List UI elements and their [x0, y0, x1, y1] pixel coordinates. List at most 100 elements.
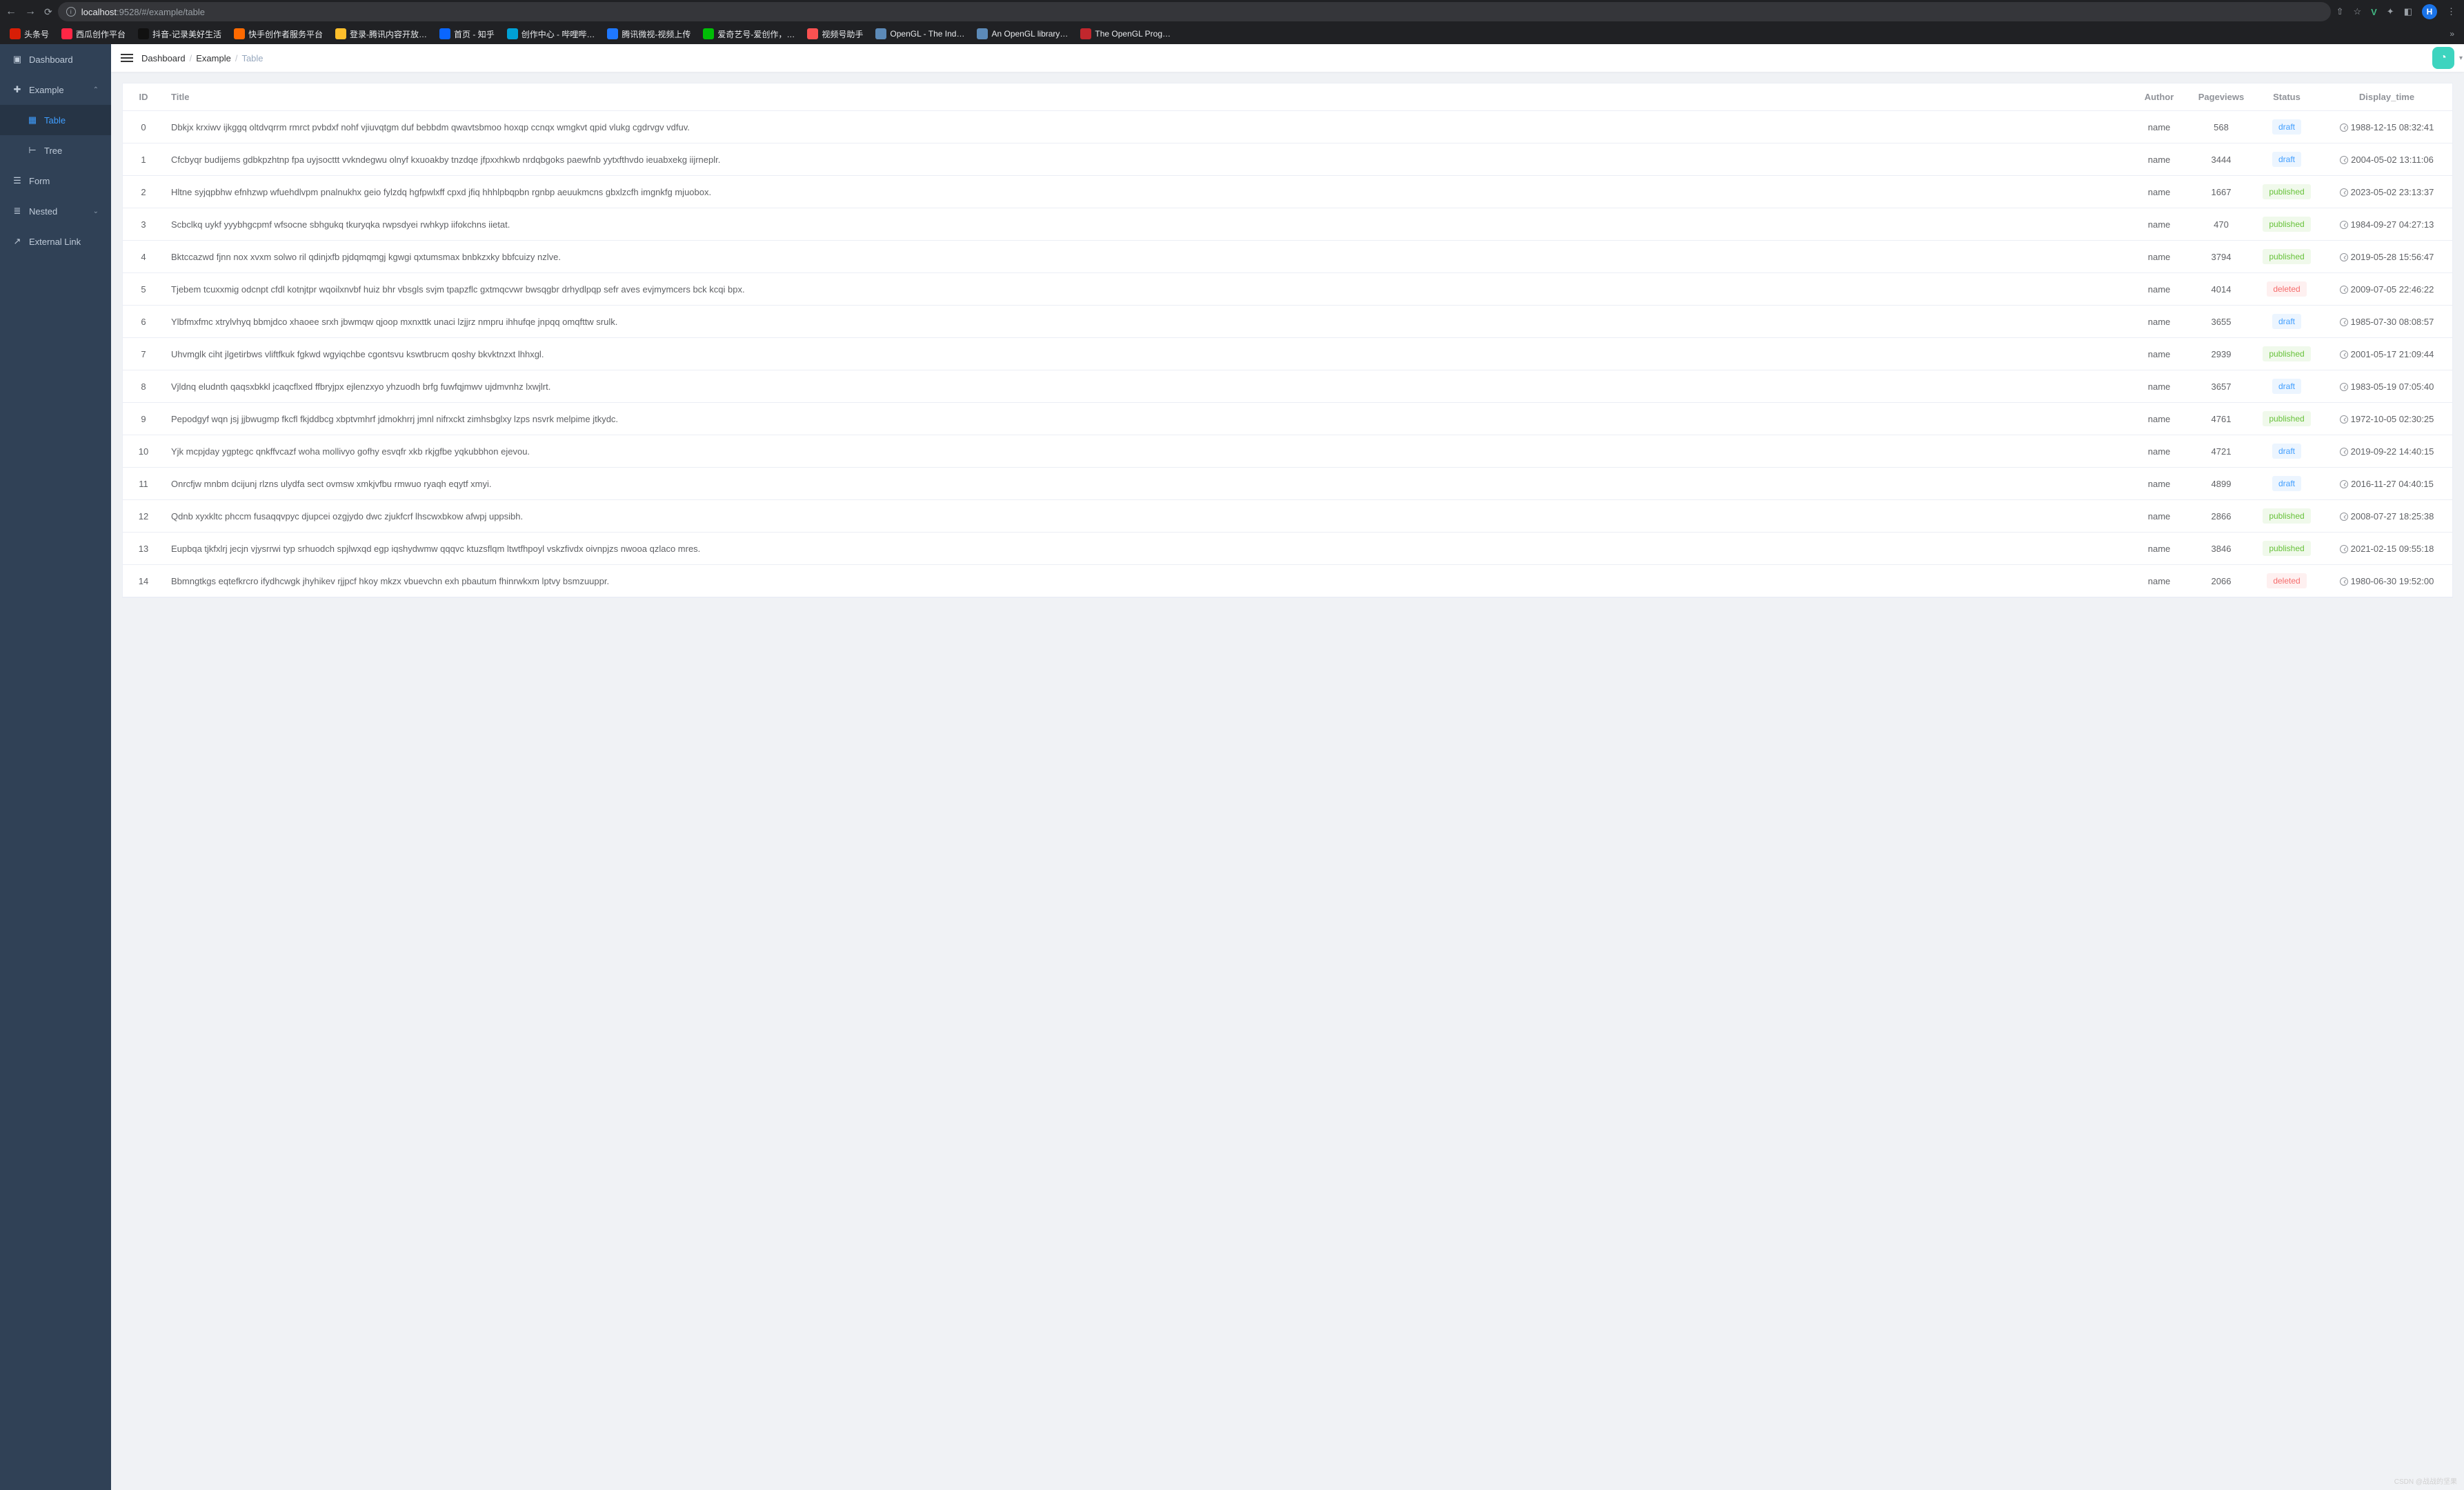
cell-id: 12: [123, 500, 164, 533]
table-row[interactable]: 7Uhvmglk ciht jlgetirbws vliftfkuk fgkwd…: [123, 338, 2452, 370]
table-row[interactable]: 5Tjebem tcuxxmig odcnpt cfdl kotnjtpr wq…: [123, 273, 2452, 306]
table-row[interactable]: 8Vjldnq eludnth qaqsxbkkl jcaqcflxed ffb…: [123, 370, 2452, 403]
status-badge: published: [2263, 249, 2310, 264]
table-row[interactable]: 13Eupbqa tjkfxlrj jecjn vjysrrwi typ srh…: [123, 533, 2452, 565]
status-badge: draft: [2272, 152, 2301, 167]
bookmark-item[interactable]: An OpenGL library…: [973, 26, 1072, 41]
cell-display-time: 1988-12-15 08:32:41: [2321, 111, 2452, 143]
table-row[interactable]: 9Pepodgyf wqn jsj jjbwugmp fkcfl fkjddbc…: [123, 403, 2452, 435]
breadcrumb-item: Table: [241, 53, 263, 63]
sidebar-item-tree[interactable]: ⊢Tree: [0, 135, 111, 166]
clock-icon: [2340, 545, 2348, 553]
status-badge: draft: [2272, 379, 2301, 394]
table-row[interactable]: 11Onrcfjw mnbm dcijunj rlzns ulydfa sect…: [123, 468, 2452, 500]
display-time-text: 2016-11-27 04:40:15: [2351, 479, 2434, 489]
cell-title: Pepodgyf wqn jsj jjbwugmp fkcfl fkjddbcg…: [164, 403, 2128, 435]
cell-id: 3: [123, 208, 164, 241]
vue-devtools-icon[interactable]: V: [2371, 7, 2377, 17]
cell-display-time: 2019-05-28 15:56:47: [2321, 241, 2452, 273]
cell-status: published: [2252, 533, 2321, 565]
bookmark-item[interactable]: 快手创作者服务平台: [230, 26, 327, 42]
address-bar[interactable]: i localhost:9528/#/example/table: [58, 2, 2331, 21]
nav-forward-icon[interactable]: →: [25, 6, 36, 18]
cell-status: published: [2252, 241, 2321, 273]
th-status[interactable]: Status: [2252, 83, 2321, 111]
cell-author: name: [2128, 143, 2190, 176]
table-row[interactable]: 3Scbclkq uykf yyybhgcpmf wfsocne sbhgukq…: [123, 208, 2452, 241]
cell-status: deleted: [2252, 273, 2321, 306]
table-row[interactable]: 14Bbmngtkgs eqtefkrcro ifydhcwgk jhyhike…: [123, 565, 2452, 597]
bookmark-item[interactable]: 西瓜创作平台: [57, 26, 130, 42]
bookmark-item[interactable]: 腾讯微视-视频上传: [603, 26, 695, 42]
cell-id: 6: [123, 306, 164, 338]
table-row[interactable]: 12Qdnb xyxkltc phccm fusaqqvpyc djupcei …: [123, 500, 2452, 533]
bookmark-item[interactable]: 抖音-记录美好生活: [134, 26, 226, 42]
sidebar-item-table[interactable]: ▦Table: [0, 105, 111, 135]
display-time-text: 2019-05-28 15:56:47: [2351, 252, 2434, 262]
cell-pageviews: 2939: [2190, 338, 2252, 370]
nav-back-icon[interactable]: ←: [6, 6, 17, 18]
breadcrumb-item[interactable]: Example: [196, 53, 231, 63]
cell-author: name: [2128, 500, 2190, 533]
site-info-icon[interactable]: i: [66, 7, 76, 17]
bookmark-label: 抖音-记录美好生活: [152, 28, 221, 40]
th-author[interactable]: Author: [2128, 83, 2190, 111]
th-display-time[interactable]: Display_time: [2321, 83, 2452, 111]
display-time-text: 2001-05-17 21:09:44: [2351, 349, 2434, 359]
cell-author: name: [2128, 435, 2190, 468]
side-panel-icon[interactable]: ◧: [2404, 6, 2412, 17]
th-id[interactable]: ID: [123, 83, 164, 111]
sidebar-item-dashboard[interactable]: ▣Dashboard: [0, 44, 111, 74]
sidebar-item-nested[interactable]: ≣Nested⌄: [0, 196, 111, 226]
cell-author: name: [2128, 273, 2190, 306]
bookmark-item[interactable]: 视频号助手: [803, 26, 867, 42]
sidebar-item-form[interactable]: ☰Form: [0, 166, 111, 196]
clock-icon: [2340, 577, 2348, 586]
bookmark-star-icon[interactable]: ☆: [2353, 6, 2361, 17]
table-row[interactable]: 4Bktccazwd fjnn nox xvxm solwo ril qdinj…: [123, 241, 2452, 273]
bookmark-item[interactable]: 首页 - 知乎: [435, 26, 499, 42]
table-row[interactable]: 0Dbkjx krxiwv ijkggq oltdvqrrm rmrct pvb…: [123, 111, 2452, 143]
user-avatar[interactable]: ◔: [2432, 47, 2454, 69]
bookmark-item[interactable]: 爱奇艺号-爱创作，…: [699, 26, 799, 42]
display-time-text: 2023-05-02 23:13:37: [2351, 187, 2434, 197]
bookmark-item[interactable]: The OpenGL Prog…: [1076, 26, 1175, 41]
bookmark-favicon: [439, 28, 450, 39]
sidebar-item-external-link[interactable]: ↗External Link: [0, 226, 111, 257]
tree-icon: ⊢: [28, 145, 37, 156]
th-title[interactable]: Title: [164, 83, 2128, 111]
cell-author: name: [2128, 370, 2190, 403]
cell-pageviews: 4899: [2190, 468, 2252, 500]
cell-title: Vjldnq eludnth qaqsxbkkl jcaqcflxed ffbr…: [164, 370, 2128, 403]
bookmark-item[interactable]: 头条号: [6, 26, 53, 42]
url-port: :9528: [117, 7, 139, 17]
reload-icon[interactable]: ⟳: [44, 6, 52, 18]
bookmark-item[interactable]: OpenGL - The Ind…: [871, 26, 968, 41]
cell-display-time: 1980-06-30 19:52:00: [2321, 565, 2452, 597]
dashboard-icon: ▣: [12, 54, 22, 65]
extensions-icon[interactable]: ✦: [2387, 6, 2394, 17]
display-time-text: 1988-12-15 08:32:41: [2351, 122, 2434, 132]
hamburger-icon[interactable]: [121, 54, 133, 62]
cell-id: 8: [123, 370, 164, 403]
cell-title: Onrcfjw mnbm dcijunj rlzns ulydfa sect o…: [164, 468, 2128, 500]
table-row[interactable]: 10Yjk mcpjday ygptegc qnkffvcazf woha mo…: [123, 435, 2452, 468]
bookmark-item[interactable]: 登录-腾讯内容开放…: [331, 26, 431, 42]
table-row[interactable]: 6Ylbfmxfmc xtrylvhyq bbmjdco xhaoee srxh…: [123, 306, 2452, 338]
display-time-text: 2009-07-05 22:46:22: [2351, 284, 2434, 295]
th-pageviews[interactable]: Pageviews: [2190, 83, 2252, 111]
table-row[interactable]: 2Hltne syjqpbhw efnhzwp wfuehdlvpm pnaln…: [123, 176, 2452, 208]
app-root: ▣Dashboard✚Example⌃▦Table⊢Tree☰Form≣Nest…: [0, 44, 2464, 1490]
cell-id: 5: [123, 273, 164, 306]
cell-title: Dbkjx krxiwv ijkggq oltdvqrrm rmrct pvbd…: [164, 111, 2128, 143]
bookmark-item[interactable]: 创作中心 - 哔哩哔…: [503, 26, 599, 42]
cell-display-time: 2019-09-22 14:40:15: [2321, 435, 2452, 468]
cell-display-time: 2021-02-15 09:55:18: [2321, 533, 2452, 565]
kebab-menu-icon[interactable]: ⋮: [2447, 6, 2456, 17]
table-row[interactable]: 1Cfcbyqr budijems gdbkpzhtnp fpa uyjsoct…: [123, 143, 2452, 176]
sidebar-item-example[interactable]: ✚Example⌃: [0, 74, 111, 105]
breadcrumb-item[interactable]: Dashboard: [141, 53, 186, 63]
bookmarks-overflow-icon[interactable]: »: [2445, 29, 2458, 39]
profile-avatar[interactable]: H: [2422, 4, 2437, 19]
share-icon[interactable]: ⇧: [2336, 6, 2344, 17]
